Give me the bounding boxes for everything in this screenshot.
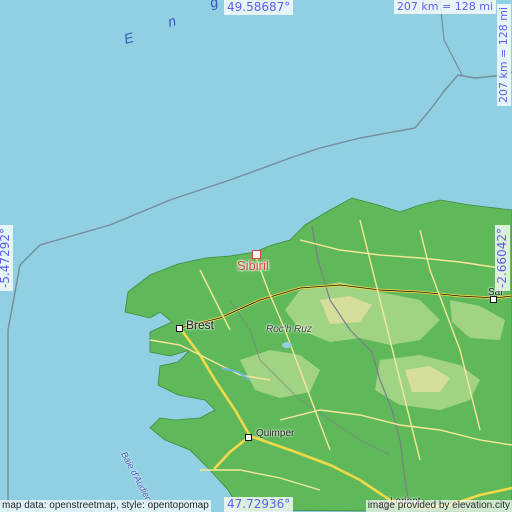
map-view[interactable]: E n g Brest Quimper Lorient Sai Roc'h Ru…: [0, 0, 512, 512]
provider-credit-label: image provided by elevation.city: [365, 500, 512, 512]
longitude-left-label: -5.47292°: [0, 225, 13, 291]
peak-label: Roc'h Ruz: [266, 324, 312, 335]
city-marker-quimper: [245, 434, 252, 441]
target-location-label[interactable]: Sibiril: [237, 258, 269, 273]
city-marker-brest: [176, 325, 183, 332]
latitude-top-label: 49.58687°: [224, 0, 294, 15]
scale-label-side: 207 km = 128 mi: [497, 3, 511, 107]
city-label-quimper: Quimper: [256, 428, 295, 439]
city-label-brest: Brest: [186, 318, 215, 332]
latitude-bottom-label: 47.72936°: [224, 497, 294, 512]
map-credit-label: map data: openstreetmap, style: opentopo…: [0, 500, 211, 512]
scale-label-top: 207 km = 128 mi: [393, 0, 496, 14]
longitude-right-label: -2.66042°: [495, 225, 510, 291]
